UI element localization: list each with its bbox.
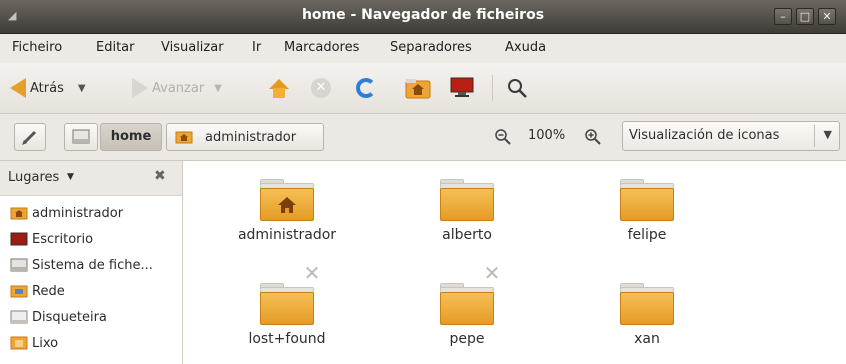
reload-icon [356,78,376,98]
floppy-icon [10,310,28,324]
trash-icon [10,336,28,350]
network-icon [10,285,28,298]
breadcrumb-label: administrador [205,129,297,145]
up-button[interactable] [268,79,290,99]
back-history-dropdown-icon[interactable]: ▼ [78,83,86,94]
drive-icon [72,129,90,144]
toolbar-separator [492,75,493,101]
home-folder-icon [405,79,431,99]
filesystem-icon [10,258,28,272]
file-icon-view: administrador alberto felipe lost+found … [183,161,846,364]
menu-separadores[interactable]: Separadores [390,40,472,55]
close-sidebar-icon[interactable]: ✖ [154,168,166,184]
sidebar-item-label: Disqueteira [32,309,107,325]
computer-icon [450,77,474,97]
home-folder-icon [175,131,193,144]
search-button[interactable] [506,77,528,99]
sidebar-item-label: administrador [32,205,124,221]
forward-button-label: Avanzar [152,80,205,96]
file-item[interactable]: xan [557,283,737,347]
edit-location-button[interactable] [14,123,46,151]
sidebar-item-label: Rede [32,283,65,299]
pencil-icon [22,130,37,145]
file-name: lost+found [248,331,326,347]
file-name: alberto [442,227,492,243]
desktop-icon [10,232,28,246]
breadcrumb-home[interactable]: home [100,123,162,151]
sidebar-item-disqueteira[interactable]: Disqueteira [10,305,107,329]
file-item[interactable]: pepe [377,283,557,347]
minimize-button[interactable]: – [774,8,792,25]
sidebar-dropdown-icon[interactable]: ▼ [67,172,74,182]
file-name: pepe [449,331,485,347]
home-button[interactable] [405,77,431,99]
sidebar-title[interactable]: Lugares [8,170,59,185]
sidebar-item-administrador[interactable]: administrador [10,201,123,225]
breadcrumb-administrador[interactable]: administrador [166,123,324,151]
stop-icon: ✕ [311,78,331,98]
sidebar-item-escritorio[interactable]: Escritorio [10,227,93,251]
menu-marcadores[interactable]: Marcadores [284,40,359,55]
menu-editar[interactable]: Editar [96,40,135,55]
menu-ficheiro[interactable]: Ficheiro [12,40,62,55]
file-item[interactable]: administrador [197,179,377,243]
chevron-down-icon: ▼ [823,128,832,141]
forward-arrow-icon [132,78,148,98]
zoom-level[interactable]: 100% [528,128,565,143]
zoom-out-icon[interactable] [494,128,512,146]
file-name: xan [634,331,660,347]
sidebar-item-rede[interactable]: Rede [10,279,65,303]
back-button-label: Atrás [30,80,64,96]
close-button[interactable]: ✕ [818,8,836,25]
folder-icon [620,283,674,325]
window-title: home - Navegador de ficheiros [301,7,545,23]
back-button[interactable]: Atrás ▼ [10,78,86,98]
location-bar: home administrador 100% Visualización de… [0,114,846,161]
unreadable-emblem-icon: ✕ [303,261,321,285]
sidebar-item-label: Sistema de fiche... [32,257,153,273]
back-arrow-icon [10,78,26,98]
forward-history-dropdown-icon[interactable]: ▼ [214,83,222,94]
filesystem-root-button[interactable] [64,123,98,151]
places-sidebar: Lugares ▼ ✖ administrador Escritorio Sis… [0,161,183,364]
menu-visualizar[interactable]: Visualizar [161,40,224,55]
unreadable-emblem-icon: ✕ [483,261,501,285]
window-titlebar: ◢ home - Navegador de ficheiros – □ ✕ [0,0,846,34]
menubar: Ficheiro Editar Visualizar Ir Marcadores… [0,34,846,62]
sidebar-item-label: Escritorio [32,231,94,247]
menu-ir[interactable]: Ir [252,40,261,55]
combo-separator [814,125,815,147]
sidebar-item-lixo[interactable]: Lixo [10,331,58,355]
home-folder-icon [10,207,28,220]
file-item[interactable]: lost+found [197,283,377,347]
file-item[interactable]: alberto [377,179,557,243]
home-folder-icon [260,179,314,221]
forward-button[interactable]: Avanzar ▼ [132,78,222,98]
reload-button[interactable] [356,78,376,98]
sidebar-header: Lugares ▼ ✖ [0,161,182,196]
zoom-in-icon[interactable] [584,128,602,146]
stop-button[interactable]: ✕ [311,78,331,98]
file-item[interactable]: felipe [557,179,737,243]
view-mode-select[interactable]: Visualización de iconas ▼ [622,121,840,151]
menu-axuda[interactable]: Axuda [505,40,546,55]
sidebar-item-filesystem[interactable]: Sistema de fiche... [10,253,153,277]
folder-icon [260,283,314,325]
file-name: administrador [237,227,337,243]
folder-icon [440,283,494,325]
search-icon [508,79,527,98]
toolbar: Atrás ▼ Avanzar ▼ ✕ [0,63,846,114]
folder-icon [620,179,674,221]
sidebar-item-label: Lixo [32,335,59,351]
folder-icon [440,179,494,221]
up-arrow-icon [268,79,290,99]
file-name: felipe [627,227,667,243]
maximize-button[interactable]: □ [796,8,814,25]
view-mode-value: Visualización de iconas [629,128,780,143]
computer-button[interactable] [450,77,474,97]
